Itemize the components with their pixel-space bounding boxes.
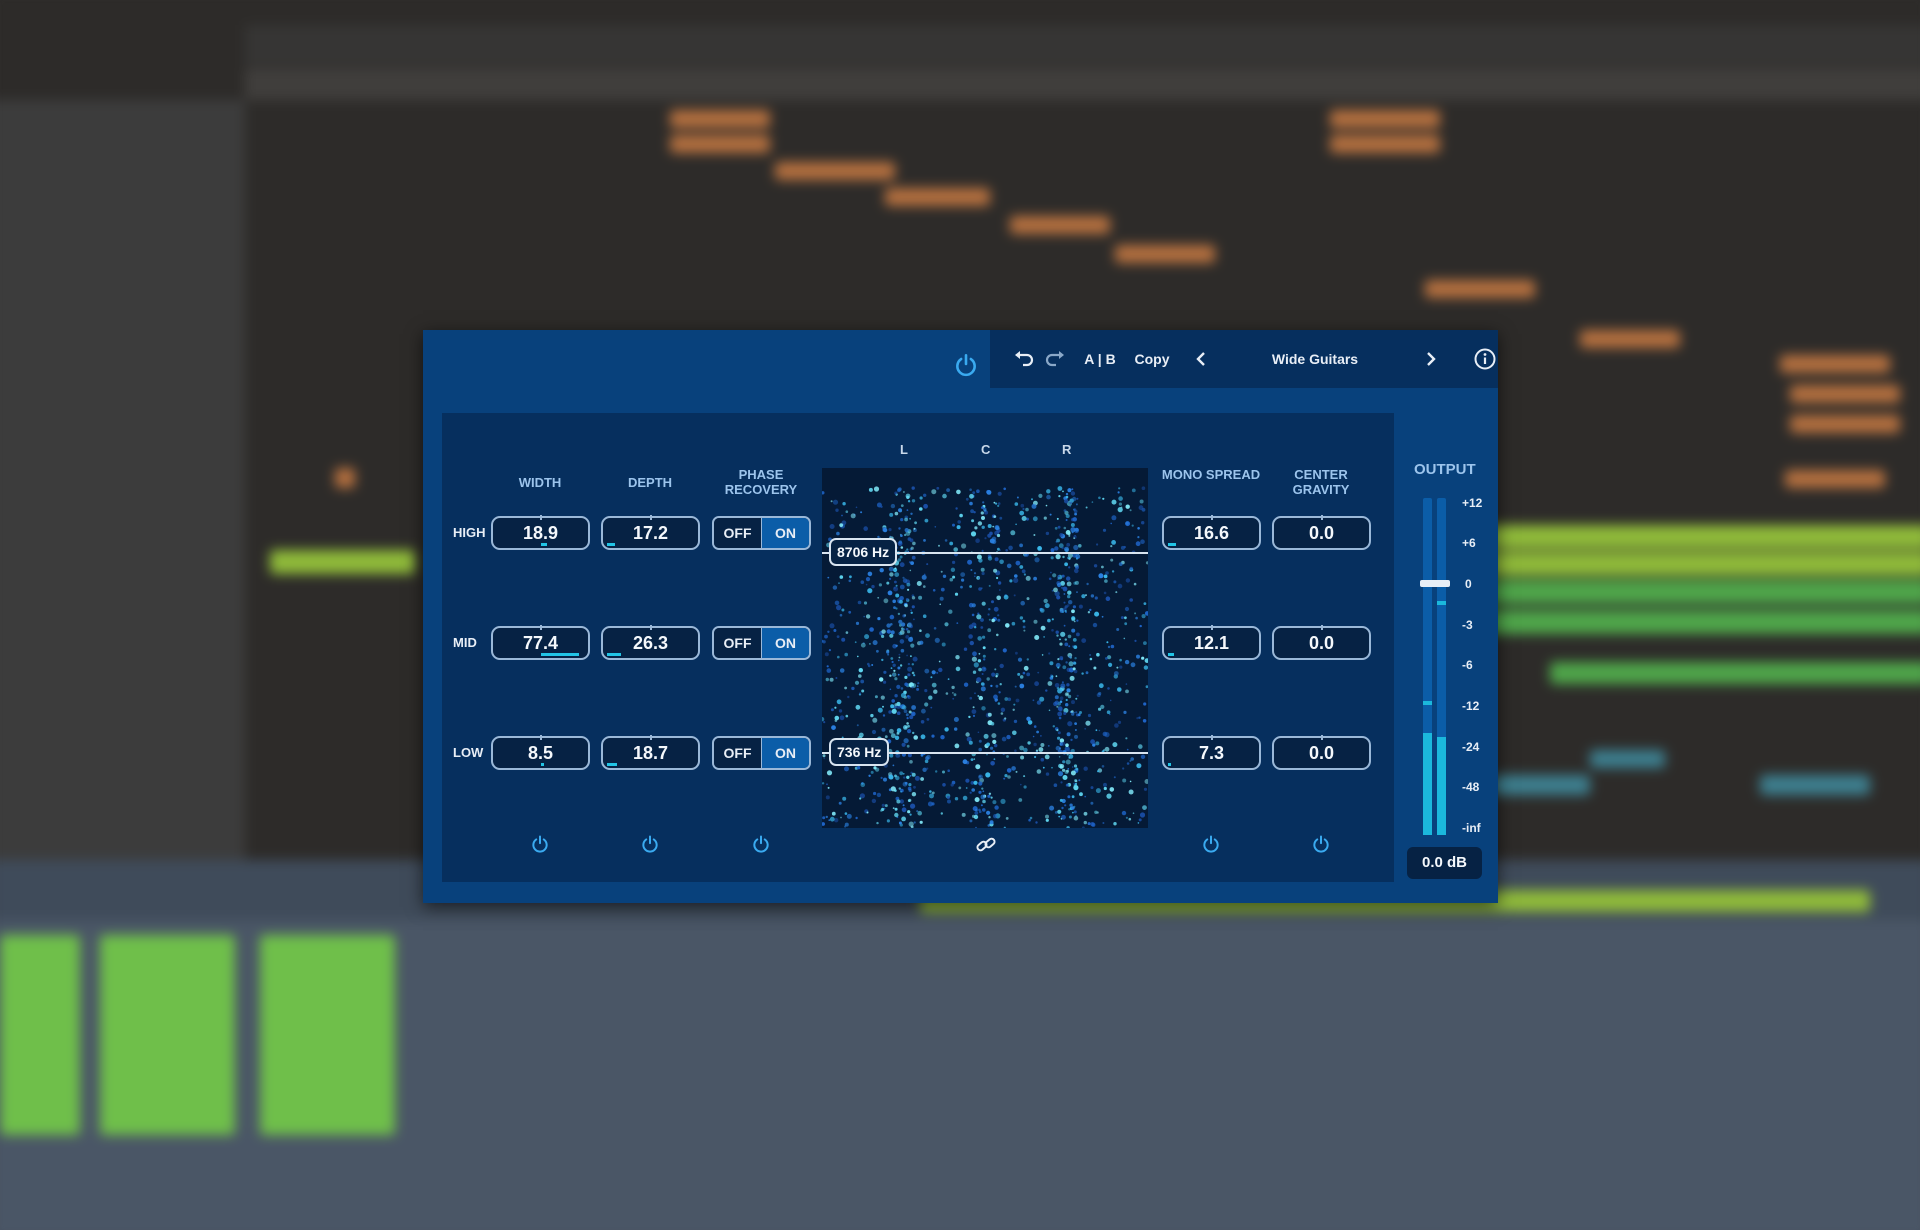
meter-scale-plus6: +6 [1462,536,1476,550]
output-gain-readout[interactable]: 0.0 dB [1407,847,1482,879]
high-mono-spread-field[interactable]: 16.6 [1162,515,1261,550]
mid-center-gravity-field[interactable]: 0.0 [1272,625,1371,660]
chevron-left-icon[interactable] [1195,351,1207,367]
meter-scale-minus3: -3 [1462,618,1473,632]
meter-scale-minus48: -48 [1462,780,1480,794]
band-label-high: HIGH [453,525,486,540]
link-icon[interactable] [975,835,997,855]
mid-mono-spread-field[interactable]: 12.1 [1162,625,1261,660]
meter-scale-minus24: -24 [1462,740,1480,754]
center-gravity-column-header: CENTER GRAVITY [1292,467,1350,497]
mid-phase-on-button[interactable]: ON [762,628,809,658]
width-column-header: WIDTH [518,475,562,490]
phase-recovery-bypass-power-icon[interactable] [751,834,771,854]
mid-depth-field[interactable]: 26.3 [601,625,700,660]
center-gravity-bypass-power-icon[interactable] [1311,834,1331,854]
scope-particles [822,486,1148,828]
mid-phase-recovery-toggle[interactable]: OFF ON [712,626,811,660]
copy-button[interactable]: Copy [1128,330,1176,388]
power-icon[interactable] [953,352,979,378]
phase-recovery-column-header: PHASE RECOVERY [724,467,798,497]
low-phase-recovery-toggle[interactable]: OFF ON [712,736,811,770]
output-gain-slider-handle[interactable] [1420,580,1450,587]
info-icon[interactable] [1474,348,1496,370]
mid-phase-off-button[interactable]: OFF [714,628,762,658]
meter-scale-0: 0 [1465,577,1472,591]
high-phase-on-button[interactable]: ON [762,518,809,548]
scope-center-label: C [981,442,991,457]
scope-left-label: L [900,442,908,457]
high-depth-field[interactable]: 17.2 [601,515,700,550]
low-phase-on-button[interactable]: ON [762,738,809,768]
scope-right-label: R [1062,442,1072,457]
high-crossover-frequency[interactable]: 8706 Hz [829,538,898,566]
low-crossover-frequency[interactable]: 736 Hz [829,738,890,766]
depth-bypass-power-icon[interactable] [640,834,660,854]
output-meter-right [1437,498,1446,835]
output-meter-left [1423,498,1432,835]
preset-name[interactable]: Wide Guitars [1215,330,1415,388]
low-depth-field[interactable]: 18.7 [601,735,700,770]
mid-width-field[interactable]: 77.4 [491,625,590,660]
low-mono-spread-field[interactable]: 7.3 [1162,735,1261,770]
undo-icon[interactable] [1014,350,1036,368]
meter-scale-minus12: -12 [1462,699,1480,713]
mono-spread-column-header: MONO SPREAD [1161,467,1261,482]
redo-icon[interactable] [1043,350,1065,368]
low-phase-off-button[interactable]: OFF [714,738,762,768]
depth-column-header: DEPTH [627,475,673,490]
stereo-vectorscope[interactable] [822,468,1148,828]
output-label: OUTPUT [1414,461,1476,478]
low-center-gravity-field[interactable]: 0.0 [1272,735,1371,770]
mono-spread-bypass-power-icon[interactable] [1201,834,1221,854]
ab-compare-button[interactable]: A | B [1080,330,1120,388]
high-center-gravity-field[interactable]: 0.0 [1272,515,1371,550]
high-phase-recovery-toggle[interactable]: OFF ON [712,516,811,550]
band-label-low: LOW [453,745,484,760]
preset-toolbar: A | B Copy Wide Guitars [990,330,1498,388]
chevron-right-icon[interactable] [1425,351,1437,367]
width-bypass-power-icon[interactable] [530,834,550,854]
high-phase-off-button[interactable]: OFF [714,518,762,548]
meter-scale-minus-inf: -inf [1462,821,1481,835]
meter-scale-minus6: -6 [1462,658,1473,672]
meter-scale-plus12: +12 [1462,496,1483,510]
band-label-mid: MID [453,635,477,650]
high-width-field[interactable]: 18.9 [491,515,590,550]
low-width-field[interactable]: 8.5 [491,735,590,770]
